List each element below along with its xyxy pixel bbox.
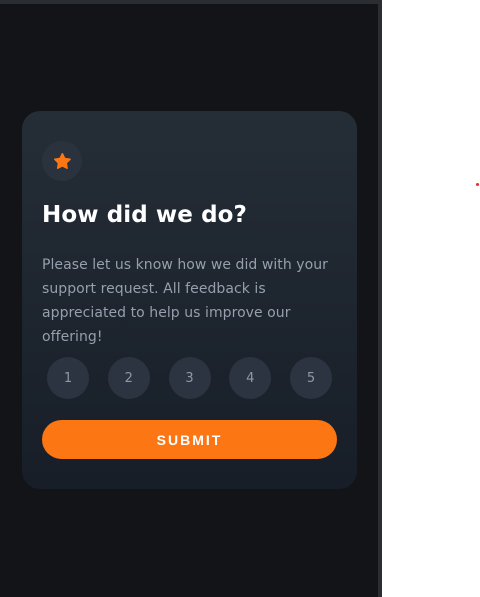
- rating-options: 1 2 3 4 5: [47, 357, 332, 399]
- submit-button[interactable]: SUBMIT: [42, 420, 337, 459]
- rating-button-2[interactable]: 2: [107, 357, 150, 399]
- star-icon: [53, 153, 71, 169]
- rating-button-3[interactable]: 3: [168, 357, 211, 399]
- rating-button-1[interactable]: 1: [47, 357, 89, 399]
- rating-button-4[interactable]: 4: [229, 357, 272, 399]
- card-title: How did we do?: [42, 202, 247, 228]
- rating-button-5[interactable]: 5: [290, 357, 332, 399]
- rating-card: How did we do? Please let us know how we…: [22, 111, 357, 489]
- red-dot: [476, 183, 479, 186]
- card-description: Please let us know how we did with your …: [42, 257, 328, 345]
- star-badge: [42, 141, 82, 181]
